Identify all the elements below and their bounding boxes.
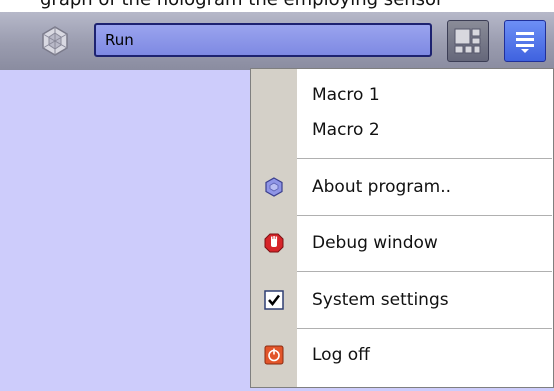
- checkbox-checked-icon: [264, 290, 284, 310]
- debug-stop-hand-icon: [264, 233, 284, 253]
- menu-item-label: Macro 2: [312, 120, 380, 140]
- run-field[interactable]: Run: [94, 23, 432, 57]
- menu-separator: [297, 215, 552, 216]
- menu-item-label: Debug window: [312, 233, 438, 253]
- about-hexagon-icon: [264, 177, 284, 197]
- menu-separator: [297, 328, 552, 329]
- caption-text: graph of the hologram the employing sens…: [40, 0, 443, 10]
- menu-item-debug-window[interactable]: Debug window: [251, 226, 553, 260]
- layout-button[interactable]: [447, 20, 489, 62]
- power-icon: [264, 345, 284, 365]
- main-menu-button[interactable]: [504, 20, 546, 62]
- menu-item-label: About program..: [312, 177, 452, 197]
- toolbar: Run: [0, 12, 554, 70]
- main-menu-dropdown: Macro 1 Macro 2 About program.. Debug wi…: [250, 68, 554, 388]
- grid-layout-icon: [454, 28, 481, 54]
- menu-item-system-settings[interactable]: System settings: [251, 283, 553, 317]
- menu-item-about-program[interactable]: About program..: [251, 170, 553, 204]
- hamburger-menu-icon: [516, 32, 534, 53]
- menu-item-label: Macro 1: [312, 85, 380, 105]
- menu-item-log-off[interactable]: Log off: [251, 338, 553, 372]
- menu-separator: [297, 271, 552, 272]
- hexagon-logo-icon[interactable]: [40, 26, 70, 56]
- page-caption: graph of the hologram the employing sens…: [0, 0, 554, 12]
- menu-item-macro-1[interactable]: Macro 1: [251, 78, 553, 112]
- menu-item-label: Log off: [312, 345, 370, 365]
- menu-item-label: System settings: [312, 290, 449, 310]
- menu-item-macro-2[interactable]: Macro 2: [251, 113, 553, 147]
- menu-separator: [297, 158, 552, 159]
